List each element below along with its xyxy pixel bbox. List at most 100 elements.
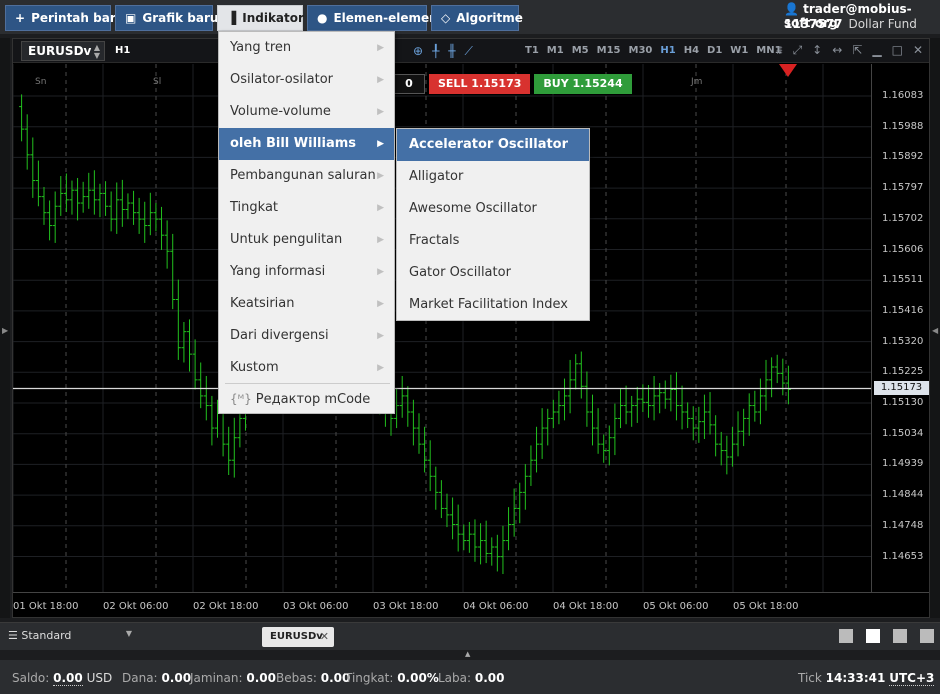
timeframe-button[interactable]: M5: [572, 45, 589, 56]
indicator-menu-item-label: Keatsirian: [230, 296, 295, 311]
price-tick-label: 1.14748: [882, 519, 924, 531]
layout-grid-icon[interactable]: [866, 629, 880, 643]
bar-type-icon[interactable]: ╀: [432, 44, 439, 58]
price-tick-label: 1.15130: [882, 397, 924, 408]
balance-value[interactable]: 0.00: [53, 671, 83, 686]
price-tick-label: 1.14939: [882, 458, 924, 470]
timeframe-button[interactable]: M15: [597, 45, 621, 56]
window-layouts: [826, 629, 934, 643]
buy-button[interactable]: BUY 1.15244: [534, 74, 632, 94]
time-tick-label: 03 Okt 18:00: [373, 601, 439, 612]
mcode-editor-label: Редактор mCode: [255, 392, 371, 407]
chevron-right-icon: ▶: [377, 107, 384, 117]
indicator-menu-item[interactable]: Keatsirian ▶: [219, 288, 394, 320]
fib-tool-icon[interactable]: ⩩: [776, 43, 782, 58]
day-label: Jm: [690, 77, 702, 87]
time-tick-label: 04 Okt 06:00: [463, 601, 529, 612]
crosshair-icon[interactable]: ⊕: [413, 44, 423, 58]
day-label: Sl: [153, 77, 161, 87]
timeframe-button[interactable]: H1: [660, 45, 675, 56]
submenu-item[interactable]: Awesome Oscillator: [397, 193, 589, 225]
submenu-item[interactable]: Accelerator Oscillator: [397, 129, 589, 161]
price-tick-label: 1.15606: [882, 243, 924, 255]
algorithm-button[interactable]: ◇ Algoritme: [431, 5, 523, 31]
price-tick-label: 1.15034: [882, 427, 924, 439]
balance-status: Saldo: 0.00 USD: [12, 671, 112, 686]
chart-tabs-bar: ☰ Standard ▼ EURUSDv ✕: [0, 622, 940, 650]
new-order-button[interactable]: + Perintah baru: [5, 5, 124, 31]
chevron-right-icon: ▶: [377, 139, 384, 149]
layout-single-icon[interactable]: [839, 629, 853, 643]
timeframe-button[interactable]: M1: [547, 45, 564, 56]
price-axis: 1.16083 1.15988 1.15892 1.15797 1.15702 1.156…: [871, 64, 929, 592]
candle-type-icon[interactable]: ╫: [448, 44, 455, 58]
server-time: Tick 14:33:41 UTC+3: [798, 671, 935, 686]
layout-columns-icon[interactable]: [893, 629, 907, 643]
indicator-menu-item[interactable]: Yang tren ▶: [219, 32, 394, 64]
popout-icon[interactable]: ⇱: [852, 43, 862, 58]
mcode-editor-item[interactable]: {ᴹ} Редактор mCode: [219, 384, 394, 414]
account-number: 1137577: [784, 17, 843, 31]
indicator-menu-item[interactable]: Volume-volume ▶: [219, 96, 394, 128]
close-icon[interactable]: ✕: [913, 43, 923, 58]
price-tick-label: 1.15702: [882, 212, 924, 224]
elements-button[interactable]: ● Elemen-elemen: [307, 5, 438, 31]
indicator-menu-item[interactable]: oleh Bill Williams ▶: [219, 128, 394, 160]
timeframe-button[interactable]: W1: [730, 45, 748, 56]
timeframe-button[interactable]: T1: [525, 45, 539, 56]
window-controls: ⩩ ⤢ ↕ ↔ ⇱ ▁ □ ✕: [766, 43, 923, 58]
price-tick-label: 1.15416: [882, 304, 924, 316]
timeframe-button[interactable]: H4: [684, 45, 699, 56]
indicator-menu-item-label: Kustom: [230, 360, 279, 375]
vertical-line-icon[interactable]: ↕: [812, 43, 822, 58]
submenu-item[interactable]: Gator Oscillator: [397, 257, 589, 289]
profit-value: 0.00: [474, 671, 505, 685]
layout-selector[interactable]: ☰ Standard ▼: [8, 629, 132, 642]
trendline-tool-icon[interactable]: ⤢: [793, 43, 803, 58]
submenu-item[interactable]: Fractals: [397, 225, 589, 257]
bar-chart-icon: ▐: [227, 11, 237, 25]
timeframe-list: T1 M1 M5 M15 M30 H1 H4 D1 W1 MN1: [525, 45, 790, 56]
indicator-menu-item[interactable]: Tingkat ▶: [219, 192, 394, 224]
sell-button[interactable]: SELL 1.15173: [429, 74, 531, 94]
current-price-label: 1.15173: [874, 381, 929, 395]
timeframe-button[interactable]: D1: [707, 45, 722, 56]
left-panel-toggle[interactable]: ▶: [0, 38, 10, 618]
diamond-icon: ◇: [441, 11, 451, 25]
time-tick-label: 03 Okt 06:00: [283, 601, 349, 612]
chart-tab[interactable]: EURUSDv ✕: [262, 627, 334, 647]
line-type-icon[interactable]: ⟋: [465, 44, 473, 59]
timezone-value[interactable]: UTC+3: [889, 671, 935, 686]
minimize-icon[interactable]: ▁: [872, 43, 881, 58]
horizontal-line-icon[interactable]: ↔: [832, 43, 842, 58]
arrow-right-icon: ▶: [2, 326, 9, 335]
quantity-input[interactable]: 0: [393, 74, 425, 94]
indicator-menu-item[interactable]: Dari divergensi ▶: [219, 320, 394, 352]
indicator-menu-item[interactable]: Pembangunan saluran ▶: [219, 160, 394, 192]
chevron-right-icon: ▶: [377, 43, 384, 53]
submenu-item[interactable]: Market Facilitation Index: [397, 289, 589, 321]
right-panel-toggle[interactable]: ◀: [930, 38, 940, 618]
indicator-menu-item[interactable]: Kustom ▶: [219, 352, 394, 384]
indicator-menu-item[interactable]: Yang informasi ▶: [219, 256, 394, 288]
bill-williams-submenu: Accelerator Oscillator Alligator Awesome O…: [396, 128, 590, 321]
indicator-menu-item[interactable]: Untuk pengulitan ▶: [219, 224, 394, 256]
indicator-menu-item[interactable]: Osilator-osilator ▶: [219, 64, 394, 96]
account-info[interactable]: 👤 trader@mobius-soft.org 1137577 Dollar F…: [784, 2, 934, 32]
timeframe-button[interactable]: M30: [629, 45, 653, 56]
indicator-button[interactable]: ▐ Indikator: [217, 5, 304, 31]
indicator-label: Indikator: [242, 11, 304, 25]
symbol-selector[interactable]: EURUSDv ▲ ▼: [21, 41, 105, 61]
scroll-marker-icon[interactable]: [779, 64, 797, 77]
expand-panel-icon[interactable]: ▲: [465, 650, 470, 658]
arrow-left-icon: ◀: [932, 326, 939, 335]
indicator-menu-item-label: Yang tren: [230, 40, 292, 55]
close-tab-icon[interactable]: ✕: [320, 630, 329, 643]
submenu-item[interactable]: Alligator: [397, 161, 589, 193]
new-chart-button[interactable]: ▣ Grafik baru: [115, 5, 218, 31]
layout-rows-icon[interactable]: [920, 629, 934, 643]
maximize-icon[interactable]: □: [892, 43, 903, 58]
account-name: Dollar Fund: [848, 17, 917, 31]
time-tick-label: 01 Okt 18:00: [13, 601, 79, 612]
chevron-right-icon: ▶: [377, 267, 384, 277]
